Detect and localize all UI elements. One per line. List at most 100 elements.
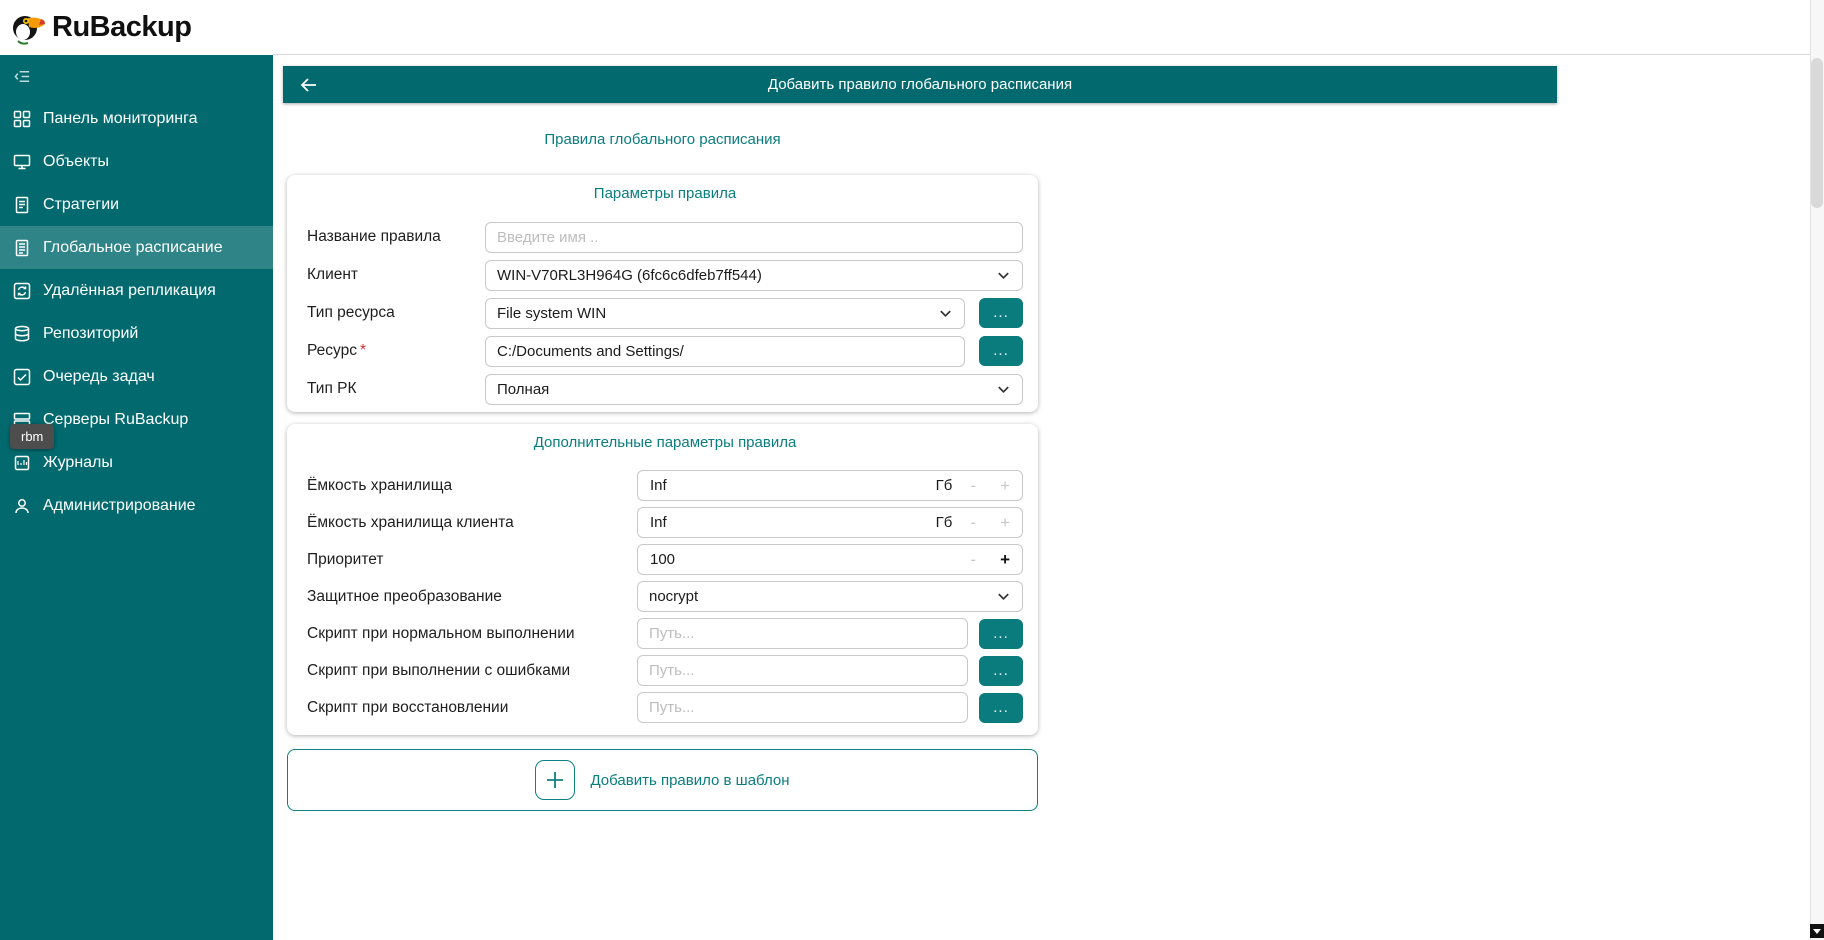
- brand-part-backup: Backup: [90, 11, 192, 43]
- script-restore-input[interactable]: [637, 692, 968, 723]
- client-select-value: WIN-V70RL3H964G (6fc6c6dfeb7ff544): [497, 267, 762, 284]
- scroll-down-button[interactable]: [1810, 924, 1824, 938]
- sidebar-item-remote-replication[interactable]: Удалённая репликация: [0, 269, 273, 312]
- dialog-title: Добавить правило глобального расписания: [283, 76, 1557, 93]
- sidebar-item-global-schedule[interactable]: Глобальное расписание: [0, 226, 273, 269]
- backup-type-select[interactable]: Полная: [485, 374, 1023, 405]
- resource-type-select-value: File system WIN: [497, 305, 606, 322]
- decrement-button[interactable]: -: [970, 477, 976, 494]
- journals-log-icon: [12, 453, 32, 473]
- sidebar-item-label: Журналы: [43, 454, 113, 472]
- storage-capacity-input[interactable]: [650, 477, 936, 494]
- resource-type-select[interactable]: File system WIN: [485, 298, 965, 329]
- chevron-down-icon: [996, 268, 1011, 283]
- decrement-button[interactable]: -: [970, 514, 976, 531]
- script-restore-browse-button[interactable]: ...: [979, 693, 1023, 723]
- additional-parameters-card: Дополнительные параметры правила Ёмкость…: [287, 424, 1038, 735]
- vertical-scrollbar[interactable]: [1810, 0, 1824, 940]
- script-restore-label: Скрипт при восстановлении: [307, 699, 637, 717]
- main-content: Добавить правило глобального расписания …: [273, 0, 1824, 940]
- sidebar-item-label: Глобальное расписание: [43, 239, 223, 257]
- crypt-select-value: nocrypt: [649, 588, 698, 605]
- sidebar-item-label: Объекты: [43, 153, 109, 171]
- resource-type-browse-button[interactable]: ...: [979, 298, 1023, 328]
- client-select[interactable]: WIN-V70RL3H964G (6fc6c6dfeb7ff544): [485, 260, 1023, 291]
- form-row-backup-type: Тип РК Полная: [307, 370, 1023, 408]
- repository-database-icon: [12, 324, 32, 344]
- required-asterisk: *: [360, 342, 366, 359]
- arrow-left-icon: [298, 74, 320, 96]
- rule-name-label: Название правила: [307, 228, 485, 246]
- form-row-rule-name: Название правила: [307, 218, 1023, 256]
- chevron-down-icon: [996, 589, 1011, 604]
- page-title: Правила глобального расписания: [287, 131, 1038, 148]
- sidebar-item-label: Серверы RuBackup: [43, 411, 188, 429]
- form-row-crypt: Защитное преобразование nocrypt: [307, 578, 1023, 615]
- add-rule-label: Добавить правило в шаблон: [590, 772, 789, 789]
- priority-label: Приоритет: [307, 551, 637, 569]
- sidebar-item-label: Стратегии: [43, 196, 119, 214]
- plus-icon: [535, 760, 575, 800]
- dashboard-icon: [12, 109, 32, 129]
- script-normal-input[interactable]: [637, 618, 968, 649]
- decrement-button[interactable]: -: [970, 551, 976, 568]
- sidebar-item-strategies[interactable]: Стратегии: [0, 183, 273, 226]
- monitor-icon: [12, 152, 32, 172]
- top-whitespace-bar: [273, 0, 1824, 55]
- increment-button[interactable]: +: [1000, 477, 1010, 494]
- backup-type-label: Тип РК: [307, 380, 485, 398]
- client-capacity-input[interactable]: [650, 514, 936, 531]
- add-rule-to-template-button[interactable]: Добавить правило в шаблон: [287, 749, 1038, 811]
- script-error-input[interactable]: [637, 655, 968, 686]
- sidebar: RuBackup Панель мониторинга: [0, 0, 273, 940]
- sidebar-item-label: Очередь задач: [43, 368, 155, 386]
- script-normal-browse-button[interactable]: ...: [979, 619, 1023, 649]
- rule-name-input[interactable]: [485, 222, 1023, 253]
- unit-label: Гб: [936, 477, 953, 494]
- triangle-down-icon: [1813, 929, 1821, 934]
- priority-stepper: - +: [637, 544, 1023, 575]
- client-capacity-label: Ёмкость хранилища клиента: [307, 514, 637, 532]
- storage-capacity-stepper: Гб - +: [637, 470, 1023, 501]
- form-row-priority: Приоритет - +: [307, 541, 1023, 578]
- rule-parameters-card: Параметры правила Название правила Клиен…: [287, 175, 1038, 412]
- sidebar-item-task-queue[interactable]: Очередь задач: [0, 355, 273, 398]
- crypt-select[interactable]: nocrypt: [637, 581, 1023, 612]
- form-row-client: Клиент WIN-V70RL3H964G (6fc6c6dfeb7ff544…: [307, 256, 1023, 294]
- form-row-storage-capacity: Ёмкость хранилища Гб - +: [307, 467, 1023, 504]
- form-row-resource-type: Тип ресурса File system WIN ...: [307, 294, 1023, 332]
- global-schedule-icon: [12, 238, 32, 258]
- sidebar-item-label: Панель мониторинга: [43, 110, 198, 128]
- collapse-sidebar-icon[interactable]: [14, 68, 31, 85]
- rubackup-logo: RuBackup: [0, 0, 273, 55]
- remote-replication-icon: [12, 281, 32, 301]
- brand-part-ru: Ru: [52, 11, 90, 43]
- sidebar-item-label: Администрирование: [43, 497, 196, 515]
- card-title: Дополнительные параметры правила: [307, 434, 1023, 455]
- crypt-label: Защитное преобразование: [307, 588, 637, 606]
- resource-input[interactable]: [485, 336, 965, 367]
- rbm-tooltip: rbm: [10, 424, 54, 449]
- sidebar-item-repository[interactable]: Репозиторий: [0, 312, 273, 355]
- increment-button[interactable]: +: [1000, 514, 1010, 531]
- resource-browse-button[interactable]: ...: [979, 336, 1023, 366]
- task-queue-icon: [12, 367, 32, 387]
- priority-input[interactable]: [650, 551, 970, 568]
- script-error-label: Скрипт при выполнении с ошибками: [307, 662, 637, 680]
- sidebar-item-administration[interactable]: Администрирование: [0, 484, 273, 527]
- back-button[interactable]: [283, 66, 335, 103]
- unit-label: Гб: [936, 514, 953, 531]
- script-normal-label: Скрипт при нормальном выполнении: [307, 625, 637, 643]
- increment-button[interactable]: +: [1000, 551, 1010, 568]
- card-title: Параметры правила: [307, 185, 1023, 206]
- form-row-resource: Ресурс* ...: [307, 332, 1023, 370]
- client-capacity-stepper: Гб - +: [637, 507, 1023, 538]
- form-row-script-normal: Скрипт при нормальном выполнении ...: [307, 615, 1023, 652]
- backup-type-select-value: Полная: [497, 381, 549, 398]
- chevron-down-icon: [938, 306, 953, 321]
- script-error-browse-button[interactable]: ...: [979, 656, 1023, 686]
- sidebar-item-objects[interactable]: Объекты: [0, 140, 273, 183]
- scrollbar-thumb[interactable]: [1811, 58, 1823, 208]
- form-row-script-error: Скрипт при выполнении с ошибками ...: [307, 652, 1023, 689]
- sidebar-item-dashboard[interactable]: Панель мониторинга: [0, 97, 273, 140]
